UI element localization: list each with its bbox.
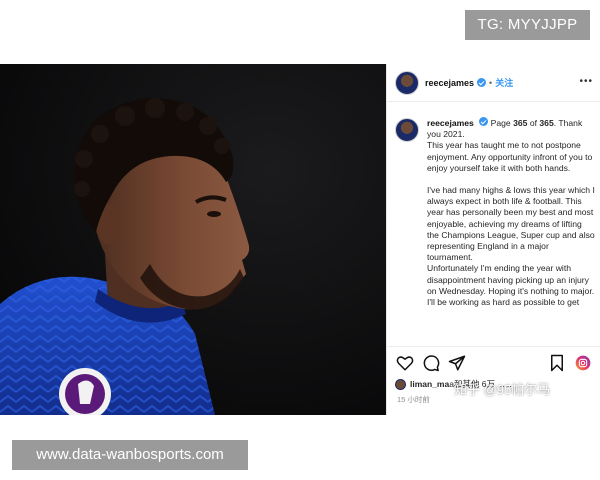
post-header: reecejames • 关注 ••• — [387, 64, 600, 102]
caption-area: reecejames Page 365 of 365. Thank you 20… — [387, 110, 600, 342]
bookmark-icon[interactable] — [547, 353, 567, 373]
post-photo — [0, 64, 386, 415]
action-bar — [387, 346, 600, 376]
follow-button[interactable]: 关注 — [495, 76, 513, 89]
comment-icon[interactable] — [421, 353, 441, 373]
instagram-post: reecejames • 关注 ••• reecejames Page 365 … — [0, 64, 600, 415]
caption-paragraph-1: This year has taught me to not postpone … — [427, 140, 593, 173]
separator-dot: • — [489, 77, 493, 88]
page: TG: MYYJJPP reecejames • 关注 ••• reecejam… — [0, 0, 600, 480]
tg-badge: TG: MYYJJPP — [465, 10, 590, 40]
zhihu-watermark: 知乎 @95帕尔马 — [454, 382, 551, 397]
caption-paragraph-2: I've had many highs & lows this year whi… — [427, 185, 595, 263]
player-photo-illustration — [0, 64, 386, 415]
caption-text: reecejames Page 365 of 365. Thank you 20… — [427, 117, 595, 308]
send-icon[interactable] — [447, 353, 467, 373]
more-options-icon[interactable]: ••• — [579, 76, 593, 87]
liker-avatar[interactable] — [395, 378, 406, 390]
caption-verified-icon — [479, 117, 489, 126]
heart-icon[interactable] — [395, 353, 415, 373]
caption-line-pre: Page — [490, 118, 514, 128]
post-side-panel: reecejames • 关注 ••• reecejames Page 365 … — [386, 64, 600, 415]
site-badge: www.data-wanbosports.com — [12, 440, 248, 470]
verified-badge-icon — [477, 78, 487, 87]
post-timestamp: 15 小时前 — [397, 395, 430, 404]
caption-avatar[interactable] — [395, 118, 419, 142]
caption-page-total: 365 — [539, 118, 554, 128]
caption-username[interactable]: reecejames — [427, 118, 474, 128]
avatar[interactable] — [395, 70, 419, 95]
caption-paragraph-3: Unfortunately I'm ending the year with d… — [427, 263, 595, 296]
instagram-logo-icon — [573, 353, 593, 373]
caption-page-current: 365 — [513, 118, 528, 128]
post-username[interactable]: reecejames — [425, 78, 474, 88]
likes-user[interactable]: liman_ma — [410, 379, 449, 389]
caption-line-mid: of — [527, 118, 540, 128]
caption-paragraph-4: I'll be working as hard as possible to g… — [427, 297, 580, 308]
